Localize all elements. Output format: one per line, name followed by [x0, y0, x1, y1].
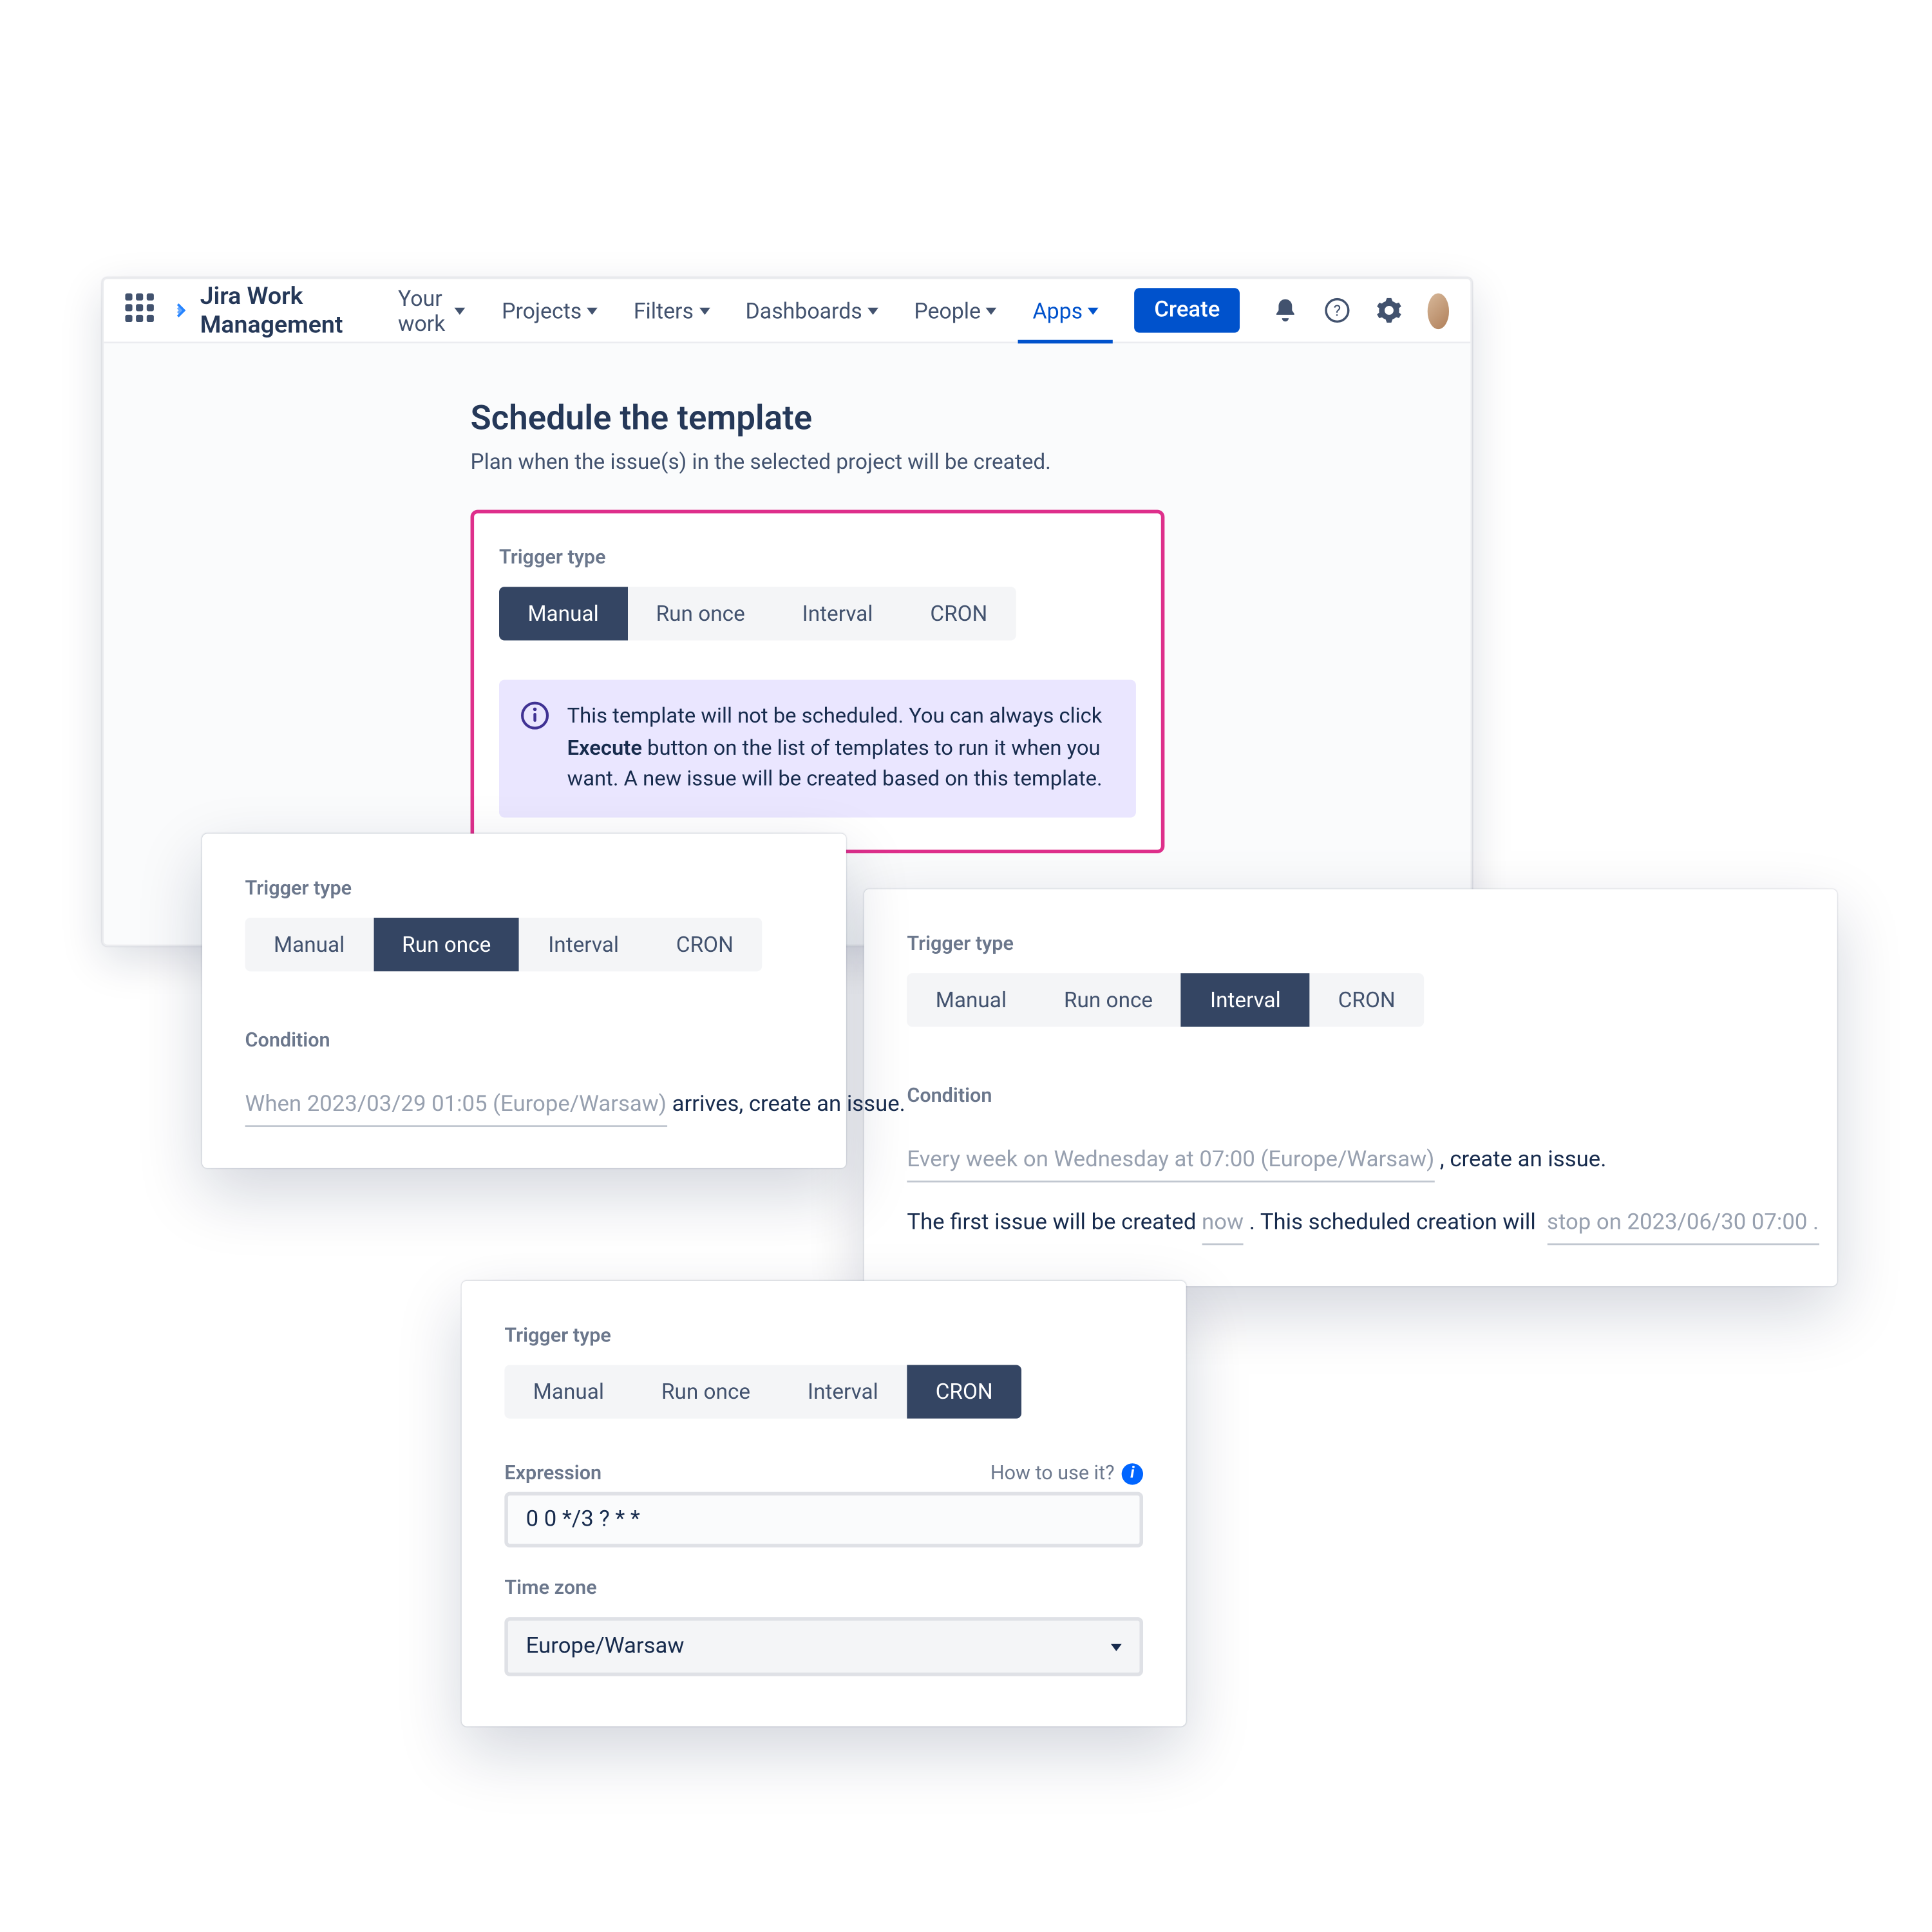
create-button[interactable]: Create: [1135, 288, 1240, 332]
chevron-down-icon: [986, 307, 997, 314]
trigger-tab-manual[interactable]: Manual: [504, 1365, 632, 1418]
page-title: Schedule the template: [471, 397, 1428, 439]
trigger-tab-cron[interactable]: CRON: [647, 918, 762, 971]
timezone-label: Time zone: [504, 1576, 1143, 1599]
settings-icon[interactable]: [1376, 292, 1403, 328]
interval-condition-line-2: The first issue will be created now . Th…: [907, 1209, 1794, 1236]
interval-condition-line-1: Every week on Wednesday at 07:00 (Europe…: [907, 1147, 1794, 1174]
condition-label: Condition: [245, 1028, 829, 1052]
avatar[interactable]: [1428, 292, 1449, 328]
trigger-tab-manual[interactable]: Manual: [499, 587, 627, 640]
trigger-type-label: Trigger type: [504, 1324, 1143, 1347]
interval-text-2a: The first issue will be created: [907, 1209, 1202, 1236]
nav-filters[interactable]: Filters: [620, 278, 724, 343]
trigger-type-tabs: Manual Run once Interval CRON: [504, 1365, 1021, 1418]
trigger-type-tabs: Manual Run once Interval CRON: [907, 973, 1424, 1027]
condition-label: Condition: [907, 1084, 1794, 1107]
banner-text-suffix: button on the list of templates to run i…: [567, 735, 1103, 791]
trigger-type-label: Trigger type: [907, 932, 1794, 955]
chevron-down-icon: [699, 307, 710, 314]
trigger-tab-run-once[interactable]: Run once: [627, 587, 773, 640]
jira-logo-icon: [172, 299, 186, 322]
product-name: Jira Work Management: [200, 282, 352, 339]
timezone-select[interactable]: Europe/Warsaw: [504, 1617, 1143, 1676]
trigger-type-tabs: Manual Run once Interval CRON: [499, 587, 1016, 640]
interval-text-2b: . This scheduled creation will: [1244, 1209, 1541, 1236]
chevron-down-icon: [587, 307, 598, 314]
chevron-down-icon: [455, 307, 466, 314]
trigger-tab-run-once[interactable]: Run once: [1036, 973, 1182, 1027]
interval-recurrence-field[interactable]: Every week on Wednesday at 07:00 (Europe…: [907, 1145, 1434, 1182]
page-subtitle: Plan when the issue(s) in the selected p…: [471, 449, 1428, 474]
trigger-type-label: Trigger type: [245, 876, 829, 900]
trigger-tab-cron[interactable]: CRON: [902, 587, 1016, 640]
timezone-value: Europe/Warsaw: [526, 1633, 685, 1660]
expression-field-header: Expression How to use it? i: [504, 1461, 1143, 1484]
chevron-down-icon: [1088, 307, 1099, 314]
trigger-panel-interval: Trigger type Manual Run once Interval CR…: [864, 889, 1837, 1287]
trigger-tab-cron[interactable]: CRON: [1309, 973, 1424, 1027]
trigger-panel-run-once: Trigger type Manual Run once Interval CR…: [202, 833, 846, 1168]
runonce-text: arrives, create an issue.: [667, 1091, 905, 1118]
nav-people[interactable]: People: [900, 278, 1011, 343]
trigger-tab-interval[interactable]: Interval: [773, 587, 902, 640]
trigger-type-tabs: Manual Run once Interval CRON: [245, 918, 762, 971]
trigger-panel-cron: Trigger type Manual Run once Interval CR…: [462, 1281, 1186, 1727]
notifications-icon[interactable]: [1272, 292, 1299, 328]
trigger-tab-manual[interactable]: Manual: [907, 973, 1035, 1027]
nav-projects[interactable]: Projects: [488, 278, 612, 343]
app-switcher-icon[interactable]: [125, 292, 153, 328]
trigger-type-panel-manual: Trigger type Manual Run once Interval CR…: [471, 510, 1165, 854]
topbar: Jira Work Management Your work Projects …: [104, 279, 1470, 343]
trigger-type-label: Trigger type: [499, 545, 1136, 569]
svg-text:?: ?: [1334, 301, 1341, 320]
info-banner: This template will not be scheduled. You…: [499, 680, 1136, 818]
trigger-tab-interval[interactable]: Interval: [779, 1365, 907, 1418]
chevron-down-icon: [1111, 1643, 1122, 1650]
interval-stop-field[interactable]: stop on 2023/06/30 07:00 .: [1547, 1208, 1819, 1245]
expression-label: Expression: [504, 1461, 601, 1484]
trigger-tab-run-once[interactable]: Run once: [374, 918, 520, 971]
info-icon: i: [1122, 1463, 1143, 1484]
how-to-use-link[interactable]: How to use it? i: [990, 1461, 1143, 1484]
nav-dashboards[interactable]: Dashboards: [731, 278, 893, 343]
nav-apps[interactable]: Apps: [1018, 278, 1113, 343]
banner-text-bold: Execute: [567, 735, 642, 760]
banner-text-prefix: This template will not be scheduled. You…: [567, 703, 1103, 728]
trigger-tab-run-once[interactable]: Run once: [633, 1365, 779, 1418]
trigger-tab-manual[interactable]: Manual: [245, 918, 374, 971]
runonce-datetime-field[interactable]: When 2023/03/29 01:05 (Europe/Warsaw): [245, 1090, 667, 1127]
info-icon: [520, 701, 549, 730]
interval-start-field[interactable]: now: [1202, 1208, 1244, 1245]
nav-your-work[interactable]: Your work: [384, 278, 480, 343]
trigger-tab-interval[interactable]: Interval: [1182, 973, 1310, 1027]
chevron-down-icon: [867, 307, 878, 314]
help-icon[interactable]: ?: [1323, 292, 1350, 328]
cron-expression-input[interactable]: [504, 1492, 1143, 1548]
runonce-condition-line: When 2023/03/29 01:05 (Europe/Warsaw) ar…: [245, 1091, 829, 1118]
interval-text-1: , create an issue.: [1434, 1147, 1606, 1174]
trigger-tab-interval[interactable]: Interval: [520, 918, 648, 971]
trigger-tab-cron[interactable]: CRON: [907, 1365, 1021, 1418]
